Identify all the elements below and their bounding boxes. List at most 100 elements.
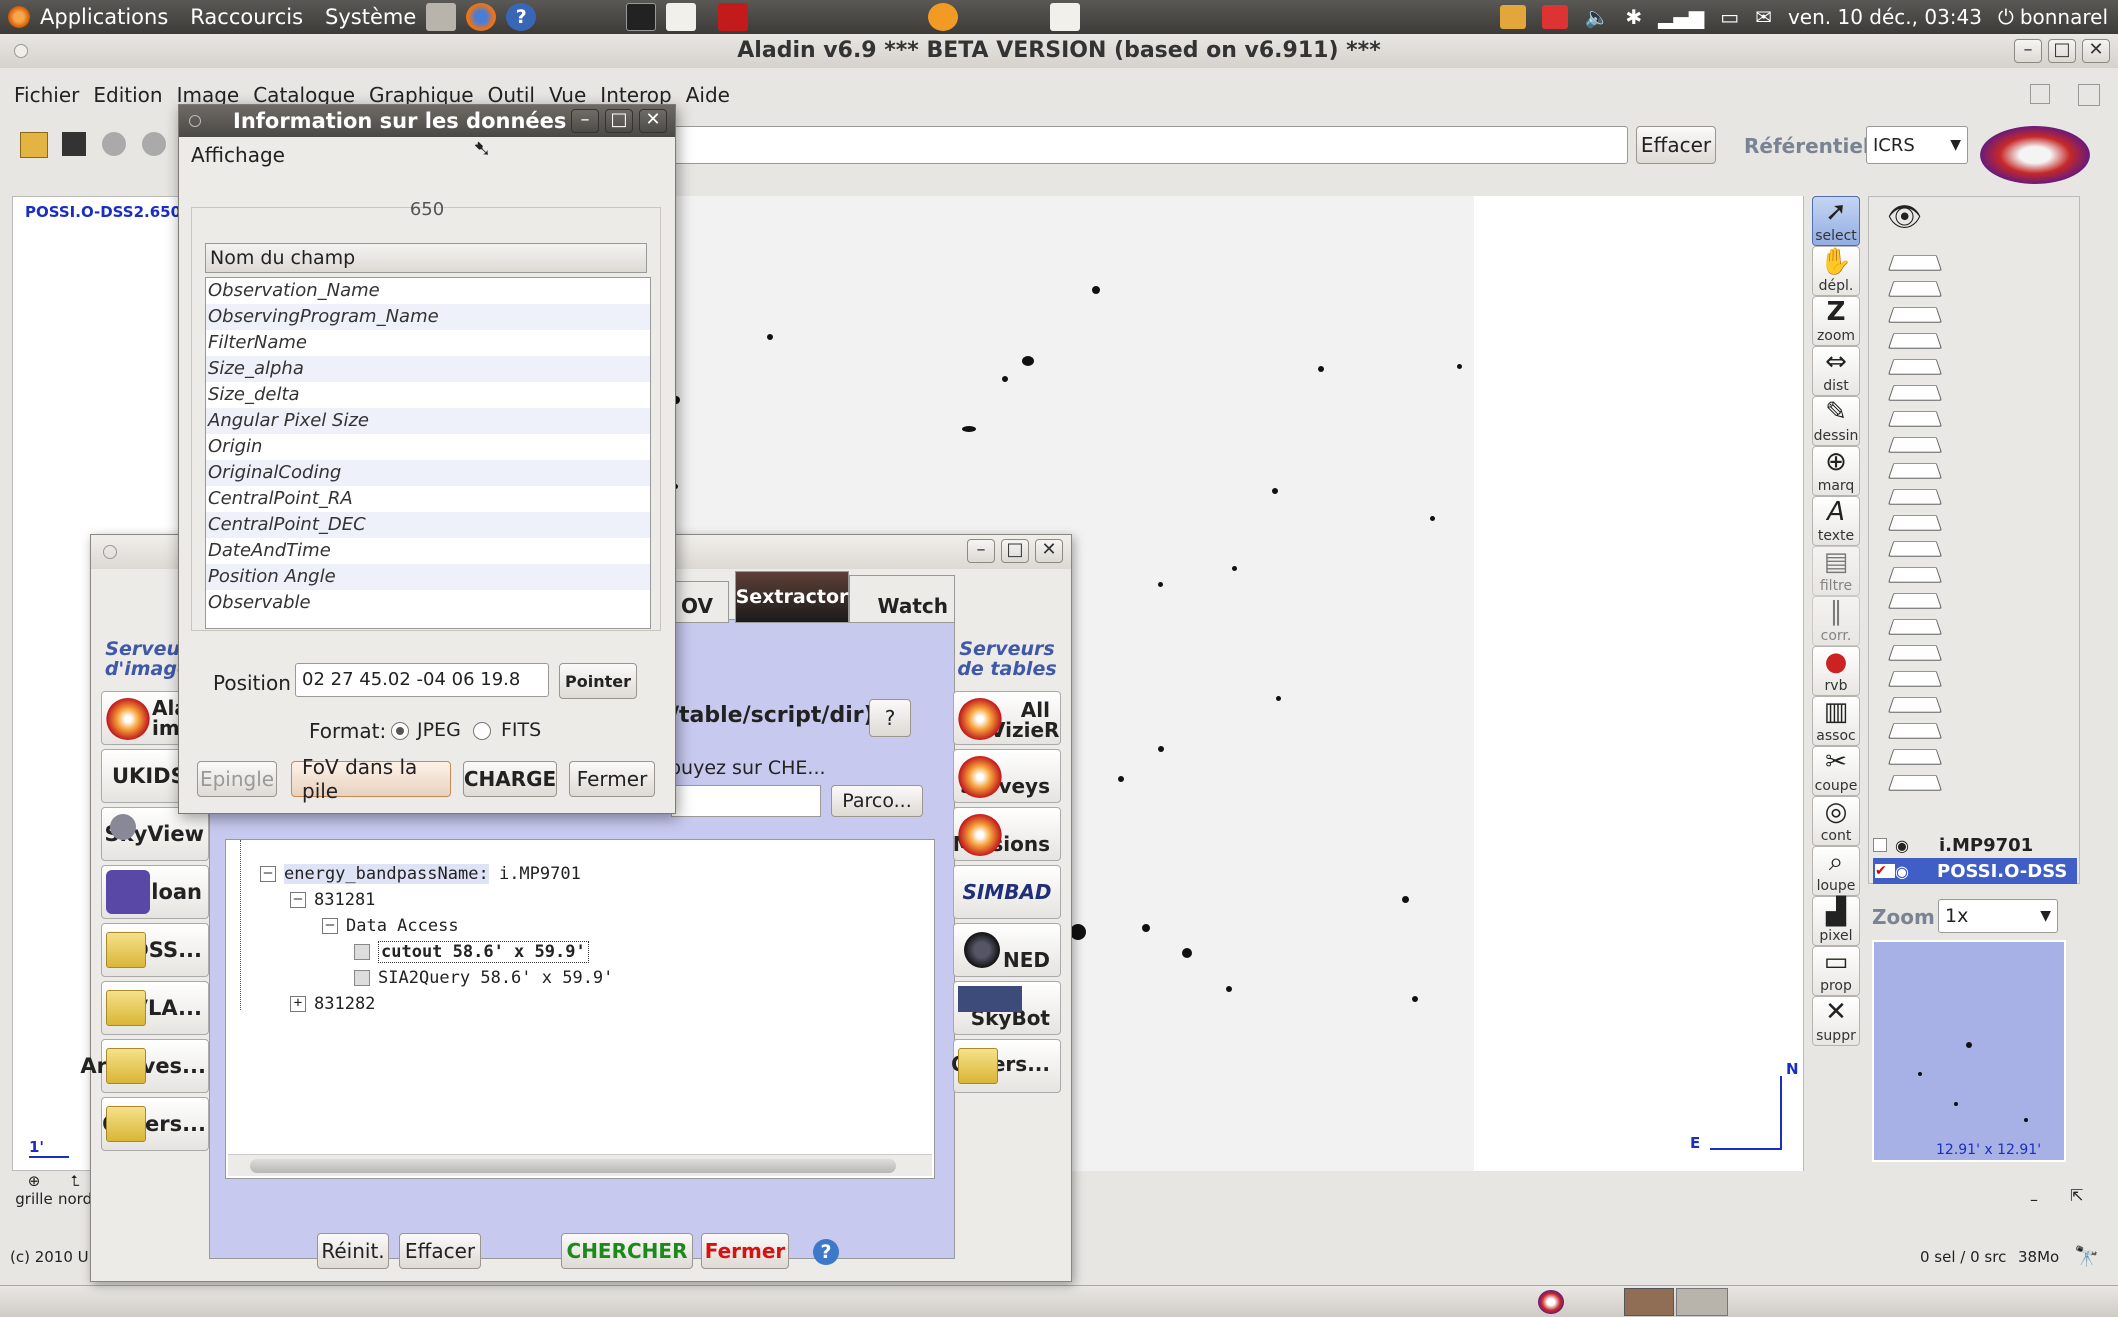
chercher-button[interactable]: CHERCHER <box>561 1233 693 1269</box>
format-jpeg-radio[interactable] <box>391 722 409 740</box>
minimize-panel-icon[interactable]: – <box>2030 1190 2052 1210</box>
detach-icon[interactable] <box>2030 84 2050 104</box>
empty-plane[interactable] <box>1887 748 1943 765</box>
collapse-icon[interactable]: – <box>290 892 306 908</box>
menu-systeme[interactable]: Système <box>325 5 416 29</box>
forward-icon[interactable] <box>142 132 166 156</box>
empty-plane[interactable] <box>1887 696 1943 713</box>
menu-applications[interactable]: Applications <box>40 5 168 29</box>
window-menu-dot[interactable] <box>189 115 201 127</box>
close-button[interactable]: ✕ <box>2082 39 2110 63</box>
tool-cont[interactable]: ◎ cont <box>1812 796 1860 846</box>
expand-icon[interactable]: + <box>290 996 306 1012</box>
tool-zoom[interactable]: Zzoom <box>1812 296 1860 346</box>
referentiel-select[interactable]: ICRS ▼ <box>1866 126 1968 164</box>
clock[interactable]: ven. 10 déc., 03:43 <box>1788 5 1982 29</box>
volume-icon[interactable]: 🔈 <box>1584 5 1609 29</box>
command-input[interactable] <box>660 126 1628 164</box>
file-input[interactable] <box>671 785 821 817</box>
save-icon[interactable] <box>62 132 86 156</box>
horizontal-scrollbar[interactable] <box>228 1154 932 1176</box>
field-item[interactable]: FilterName <box>206 330 650 356</box>
epingle-button[interactable]: Epingle <box>197 761 277 797</box>
effacer-button[interactable]: Effacer <box>1636 126 1716 164</box>
tree-data-access[interactable]: – Data Access <box>322 916 459 936</box>
maximize-button[interactable]: □ <box>2048 39 2076 63</box>
empty-plane[interactable] <box>1887 436 1943 453</box>
fermer-button[interactable]: Fermer <box>701 1233 789 1269</box>
tool-assoc[interactable]: ▥ assoc <box>1812 696 1860 746</box>
grille-button[interactable]: ⊕ grille <box>14 1172 54 1210</box>
menu-raccourcis[interactable]: Raccourcis <box>190 5 303 29</box>
tree-root-row[interactable]: – energy_bandpassName: i.MP9701 <box>260 864 581 884</box>
tool-marq[interactable]: ⊕ marq <box>1812 446 1860 496</box>
tree-cutout[interactable]: cutout 58.6' x 59.9' <box>354 941 589 963</box>
field-item[interactable]: DateAndTime <box>206 538 650 564</box>
tool-depl[interactable]: ✋ dépl. <box>1812 246 1860 296</box>
server-others-images[interactable]: Others... <box>101 1097 209 1151</box>
server-missions[interactable]: Missions <box>953 807 1061 861</box>
back-icon[interactable] <box>102 132 126 156</box>
menu-fichier[interactable]: Fichier <box>14 83 79 107</box>
tab-sextractor[interactable]: Sextractor <box>735 571 849 623</box>
field-item[interactable]: Origin <box>206 434 650 460</box>
empty-plane[interactable] <box>1887 410 1943 427</box>
terminal-icon[interactable] <box>626 3 657 31</box>
empty-plane[interactable] <box>1887 566 1943 583</box>
server-dss[interactable]: DSS... <box>101 923 209 977</box>
menu-aide[interactable]: Aide <box>686 83 730 107</box>
empty-plane[interactable] <box>1887 332 1943 349</box>
pointer-button[interactable]: Pointer <box>559 663 637 699</box>
plane-item-catalog[interactable]: ◉ i.MP9701 <box>1873 833 2073 857</box>
server-archives[interactable]: Archives... <box>80 1039 209 1093</box>
folder-icon[interactable] <box>1500 5 1527 29</box>
server-vla[interactable]: VLA... <box>101 981 209 1035</box>
tab-watch[interactable]: Watch <box>849 575 955 623</box>
position-input[interactable]: 02 27 45.02 -04 06 19.8 <box>295 663 549 697</box>
empty-plane[interactable] <box>1887 618 1943 635</box>
field-item[interactable]: Size_alpha <box>206 356 650 382</box>
network-icon[interactable]: ▂▄▆ <box>1658 5 1704 29</box>
scroll-thumb[interactable] <box>250 1159 896 1173</box>
tool-corr[interactable]: ∥ corr. <box>1812 596 1860 646</box>
plane-checkbox[interactable] <box>1873 838 1887 852</box>
minimize-button[interactable]: – <box>571 109 599 133</box>
tool-prop[interactable]: ▭ prop <box>1812 946 1860 996</box>
reinit-button[interactable]: Réinit. <box>317 1233 389 1269</box>
view-panel-right[interactable]: N E <box>1474 196 1804 1171</box>
tool-coupe[interactable]: ✂ coupe <box>1812 746 1860 796</box>
tool-loupe[interactable]: ⌕ loupe <box>1812 846 1860 896</box>
server-skybot[interactable]: SkyBot <box>953 981 1061 1035</box>
field-item[interactable]: Observation_Name <box>206 278 650 304</box>
document-icon[interactable] <box>666 3 697 31</box>
bluetooth-icon[interactable]: ✱ <box>1625 5 1642 29</box>
tool-texte[interactable]: Atexte <box>1812 496 1860 546</box>
format-fits-radio[interactable] <box>473 722 491 740</box>
sia2-checkbox[interactable] <box>354 970 370 986</box>
server-vizier[interactable]: All VizieR <box>953 691 1061 745</box>
field-item[interactable]: Position Angle <box>206 564 650 590</box>
maximize-button[interactable]: □ <box>605 109 633 133</box>
acrobat-icon[interactable] <box>718 3 749 31</box>
tool-suppr[interactable]: ✕ suppr <box>1812 996 1860 1046</box>
empty-plane[interactable] <box>1887 358 1943 375</box>
field-item[interactable]: CentralPoint_RA <box>206 486 650 512</box>
menu-affichage[interactable]: Affichage <box>191 143 285 167</box>
help-circle-icon[interactable]: ? <box>813 1239 839 1265</box>
browse-button[interactable]: Parco... <box>831 785 923 817</box>
open-folder-icon[interactable] <box>20 132 48 158</box>
empty-plane[interactable] <box>1887 670 1943 687</box>
server-simbad[interactable]: SIMBAD <box>953 865 1061 919</box>
fullscreen-icon[interactable] <box>2078 84 2100 106</box>
fov-button[interactable]: FoV dans la pile <box>291 755 451 803</box>
display-icon[interactable]: ▭ <box>1720 5 1739 29</box>
aladin-task-icon[interactable] <box>1538 1290 1564 1314</box>
charge-button[interactable]: CHARGE <box>463 761 557 797</box>
firefox-icon[interactable] <box>466 3 497 31</box>
minimize-button[interactable]: – <box>2014 39 2042 63</box>
nord-button[interactable]: ⮤ nord <box>58 1172 92 1210</box>
server-surveys[interactable]: Surveys <box>953 749 1061 803</box>
field-item[interactable]: Size_delta <box>206 382 650 408</box>
empty-plane[interactable] <box>1887 384 1943 401</box>
empty-plane[interactable] <box>1887 462 1943 479</box>
